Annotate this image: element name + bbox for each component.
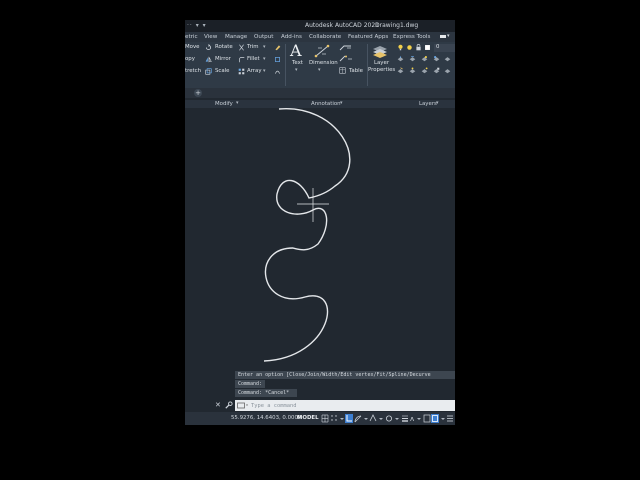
layer-properties-icon[interactable] (371, 44, 389, 58)
title-bar: ·· ▾ ▾ Autodesk AutoCAD 2021 Drawing1.dw… (185, 20, 455, 32)
tab-featured-apps[interactable]: Featured Apps (348, 34, 388, 40)
layer-freeze-icon[interactable] (406, 44, 413, 51)
app-title: Autodesk AutoCAD 2021 (305, 22, 379, 29)
ribbon-panels: Move opy tretch Rotate Mirror Scale Trim… (185, 41, 455, 108)
explode-icon[interactable] (274, 56, 281, 63)
document-title: Drawing1.dwg (375, 22, 419, 29)
array-button[interactable]: Array (247, 68, 262, 74)
leader-icon[interactable] (339, 44, 353, 51)
layer-make-current-icon[interactable] (444, 55, 451, 62)
dimension-style-icon[interactable] (339, 55, 353, 62)
tab-add-ins[interactable]: Add-ins (281, 34, 302, 40)
model-space-button[interactable]: MODEL (297, 415, 319, 421)
dimension-icon[interactable] (314, 44, 330, 58)
grid-icon[interactable] (321, 414, 329, 423)
new-tab-button[interactable]: + (194, 89, 202, 97)
ribbon-separator (367, 44, 368, 86)
quick-access-toolbar[interactable]: ·· ▾ ▾ (187, 22, 207, 29)
tab-output[interactable]: Output (254, 34, 273, 40)
layer-unisolate-icon[interactable] (433, 55, 440, 62)
text-button[interactable]: Text (292, 60, 303, 66)
command-history: Enter an option [Close/Join/Width/Edit v… (235, 371, 455, 398)
customization-menu-icon[interactable] (446, 414, 454, 423)
rotate-button[interactable]: Rotate (215, 44, 233, 50)
object-snap-tracking-icon[interactable] (385, 414, 393, 423)
scale-icon[interactable] (205, 68, 212, 75)
table-button[interactable]: Table (349, 68, 363, 74)
mirror-icon[interactable] (205, 56, 212, 63)
wrench-icon[interactable] (224, 401, 233, 410)
polar-tracking-icon[interactable] (354, 414, 362, 423)
autocad-window: ·· ▾ ▾ Autodesk AutoCAD 2021 Drawing1.dw… (185, 20, 455, 425)
layer-isolate-icon[interactable] (421, 55, 428, 62)
scale-button[interactable]: Scale (215, 68, 230, 74)
layer-on-bulb-icon[interactable] (397, 44, 404, 51)
command-history-line: Enter an option [Close/Join/Width/Edit v… (235, 371, 455, 379)
fillet-button[interactable]: Fillet (247, 56, 260, 62)
trim-dropdown-icon[interactable]: ▾ (263, 44, 266, 50)
command-history-line: Command: (235, 380, 265, 388)
isodraft-icon[interactable] (369, 414, 377, 423)
command-line: ✕ (207, 400, 455, 411)
ribbon-tab-bar: etric View Manage Output Add-ins Collabo… (185, 32, 455, 42)
layer-properties-label-1[interactable]: Layer (374, 60, 389, 66)
drawn-spline[interactable] (263, 108, 351, 362)
tab-manage[interactable]: Manage (225, 34, 247, 40)
annotation-scale-dropdown-icon[interactable] (415, 414, 423, 423)
layer-walk-icon[interactable] (409, 67, 416, 74)
ribbon-display-toggle[interactable]: ▾ (440, 33, 450, 40)
layer-previous-icon[interactable] (409, 55, 416, 62)
trim-icon[interactable] (238, 44, 245, 51)
tab-collaborate[interactable]: Collaborate (309, 34, 341, 40)
layer-lock-all-icon[interactable] (433, 67, 440, 74)
tab-view[interactable]: View (204, 34, 217, 40)
command-input[interactable] (235, 400, 455, 411)
dimension-button[interactable]: Dimension (309, 60, 338, 66)
current-layer-dropdown[interactable]: 0 (434, 44, 455, 52)
layer-properties-label-2[interactable]: Properties (368, 67, 395, 73)
layer-merge-icon[interactable] (444, 67, 451, 74)
mirror-button[interactable]: Mirror (215, 56, 231, 62)
close-icon[interactable]: ✕ (215, 401, 221, 409)
text-dropdown-icon[interactable]: ▾ (295, 67, 298, 73)
command-history-line: Command: *Cancel* (235, 389, 297, 397)
layer-color-icon[interactable] (424, 44, 431, 51)
snap-icon[interactable] (330, 414, 338, 423)
tab-parametric[interactable]: etric (185, 34, 198, 40)
dimension-dropdown-icon[interactable]: ▾ (318, 67, 321, 73)
offset-icon[interactable] (274, 68, 281, 75)
layer-thaw-icon[interactable] (421, 67, 428, 74)
stretch-button[interactable]: tretch (185, 68, 201, 74)
osnap-dropdown-icon[interactable] (393, 414, 401, 423)
table-icon[interactable] (339, 67, 346, 74)
array-icon[interactable] (238, 68, 245, 75)
trim-button[interactable]: Trim (247, 44, 258, 50)
command-prompt-icon[interactable] (237, 402, 249, 409)
array-dropdown-icon[interactable]: ▾ (263, 68, 266, 74)
ortho-icon[interactable] (345, 414, 353, 423)
isodraft-dropdown-icon[interactable] (377, 414, 385, 423)
cursor-coordinates: 55.9276, 14.6403, 0.0000 (231, 415, 302, 421)
layer-lock-icon[interactable] (415, 44, 422, 51)
move-button[interactable]: Move (185, 44, 199, 50)
rotate-icon[interactable] (205, 44, 212, 51)
transparency-icon[interactable] (423, 414, 431, 423)
fillet-dropdown-icon[interactable]: ▾ (263, 56, 266, 62)
svg-text:ʌ: ʌ (410, 415, 414, 423)
selection-cycling-icon[interactable] (431, 414, 439, 423)
fillet-icon[interactable] (238, 56, 245, 63)
layer-match-icon[interactable] (397, 55, 404, 62)
text-icon[interactable]: A (290, 41, 302, 60)
drawing-canvas[interactable] (185, 98, 455, 370)
ribbon-separator (285, 44, 286, 86)
erase-icon[interactable] (274, 44, 281, 51)
status-bar: 55.9276, 14.6403, 0.0000 MODEL ʌ (185, 412, 455, 425)
layer-off-icon[interactable] (397, 67, 404, 74)
file-tab-strip: + (185, 88, 455, 98)
copy-button[interactable]: opy (185, 56, 195, 62)
tab-express-tools[interactable]: Express Tools (393, 34, 430, 40)
